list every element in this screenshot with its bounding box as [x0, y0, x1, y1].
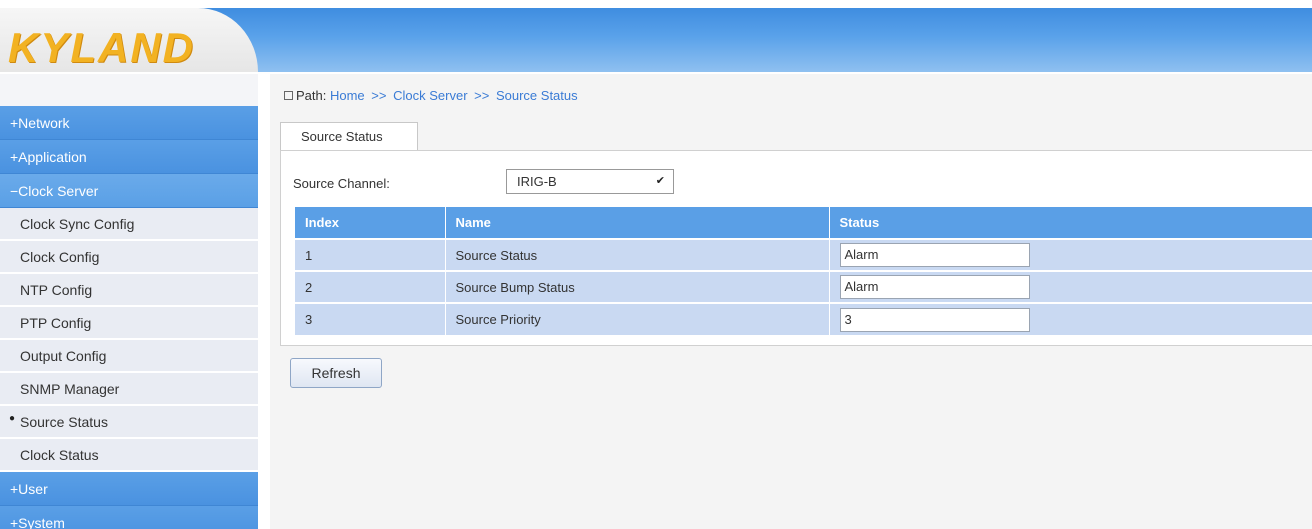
sidebar-item-label: Clock Status	[20, 447, 99, 463]
sidebar-item-clock-sync-config[interactable]: Clock Sync Config	[0, 208, 258, 241]
source-channel-label: Source Channel:	[293, 176, 390, 191]
source-channel-value: IRIG-B	[517, 174, 557, 189]
table-row: 1 Source Status Alarm	[295, 238, 1312, 271]
logo-area: KYLAND	[0, 8, 258, 72]
cell-name: Source Status	[445, 238, 830, 271]
path-square-icon	[284, 91, 293, 100]
table-header-row: Index Name Status	[295, 207, 1312, 239]
path-prefix: Path:	[296, 88, 327, 103]
cell-name: Source Bump Status	[445, 270, 830, 303]
cell-status: Alarm	[829, 238, 1312, 271]
cell-status: Alarm	[829, 270, 1312, 303]
sidebar-item-snmp-manager[interactable]: SNMP Manager	[0, 373, 258, 406]
sidebar-item-label: Output Config	[20, 348, 107, 364]
status-value-field: 3	[839, 307, 1030, 332]
sidebar-item-label: Clock Sync Config	[20, 216, 135, 232]
table-row: 3 Source Priority 3	[295, 302, 1312, 335]
tab-bar: Source Status	[280, 122, 1312, 151]
main-content: Path: Home >> Clock Server >> Source Sta…	[270, 74, 1312, 529]
sidebar-item-label: Source Status	[20, 414, 108, 430]
column-header-name: Name	[445, 207, 830, 239]
sidebar-group-clock-server[interactable]: −Clock Server	[0, 174, 258, 208]
column-header-status: Status	[829, 207, 1312, 239]
sidebar-item-clock-config[interactable]: Clock Config	[0, 241, 258, 274]
cell-status: 3	[829, 302, 1312, 335]
sidebar-group-system[interactable]: +System	[0, 506, 258, 529]
source-status-panel: Source Channel: IRIG-B ✔ Index Name Stat…	[280, 150, 1312, 346]
breadcrumb-home[interactable]: Home	[330, 88, 365, 103]
cell-index: 2	[295, 270, 446, 303]
cell-name: Source Priority	[445, 302, 830, 335]
chevron-down-icon: ✔	[655, 175, 665, 187]
refresh-button[interactable]: Refresh	[290, 358, 382, 388]
sidebar-item-source-status[interactable]: ● Source Status	[0, 406, 258, 439]
source-channel-select[interactable]: IRIG-B ✔	[506, 169, 674, 194]
column-header-index: Index	[295, 207, 446, 239]
sidebar-item-label: SNMP Manager	[20, 381, 120, 397]
breadcrumb-clock-server[interactable]: Clock Server	[393, 88, 467, 103]
sidebar-item-label: NTP Config	[20, 282, 93, 298]
cell-index: 3	[295, 302, 446, 335]
sidebar-group-application[interactable]: +Application	[0, 140, 258, 174]
sidebar: +Network +Application −Clock Server Cloc…	[0, 74, 258, 529]
selected-bullet-icon: ●	[9, 413, 16, 424]
breadcrumb: Path: Home >> Clock Server >> Source Sta…	[284, 88, 578, 103]
sidebar-item-ntp-config[interactable]: NTP Config	[0, 274, 258, 307]
sidebar-item-label: Clock Config	[20, 249, 100, 265]
tab-source-status[interactable]: Source Status	[280, 122, 418, 151]
sidebar-item-ptp-config[interactable]: PTP Config	[0, 307, 258, 340]
breadcrumb-separator: >>	[371, 88, 387, 103]
sidebar-group-user[interactable]: +User	[0, 472, 258, 506]
sidebar-spacer	[0, 74, 258, 106]
breadcrumb-separator: >>	[474, 88, 490, 103]
sidebar-item-clock-status[interactable]: Clock Status	[0, 439, 258, 472]
status-value-field: Alarm	[839, 275, 1030, 299]
sidebar-group-network[interactable]: +Network	[0, 106, 258, 140]
status-value-field: Alarm	[839, 243, 1030, 267]
source-status-table: Index Name Status 1 Source Status Alarm …	[295, 207, 1312, 335]
breadcrumb-source-status[interactable]: Source Status	[496, 88, 578, 103]
sidebar-item-label: PTP Config	[20, 315, 92, 331]
cell-index: 1	[295, 238, 446, 271]
sidebar-item-output-config[interactable]: Output Config	[0, 340, 258, 373]
table-row: 2 Source Bump Status Alarm	[295, 270, 1312, 303]
kyland-logo: KYLAND	[8, 24, 195, 71]
